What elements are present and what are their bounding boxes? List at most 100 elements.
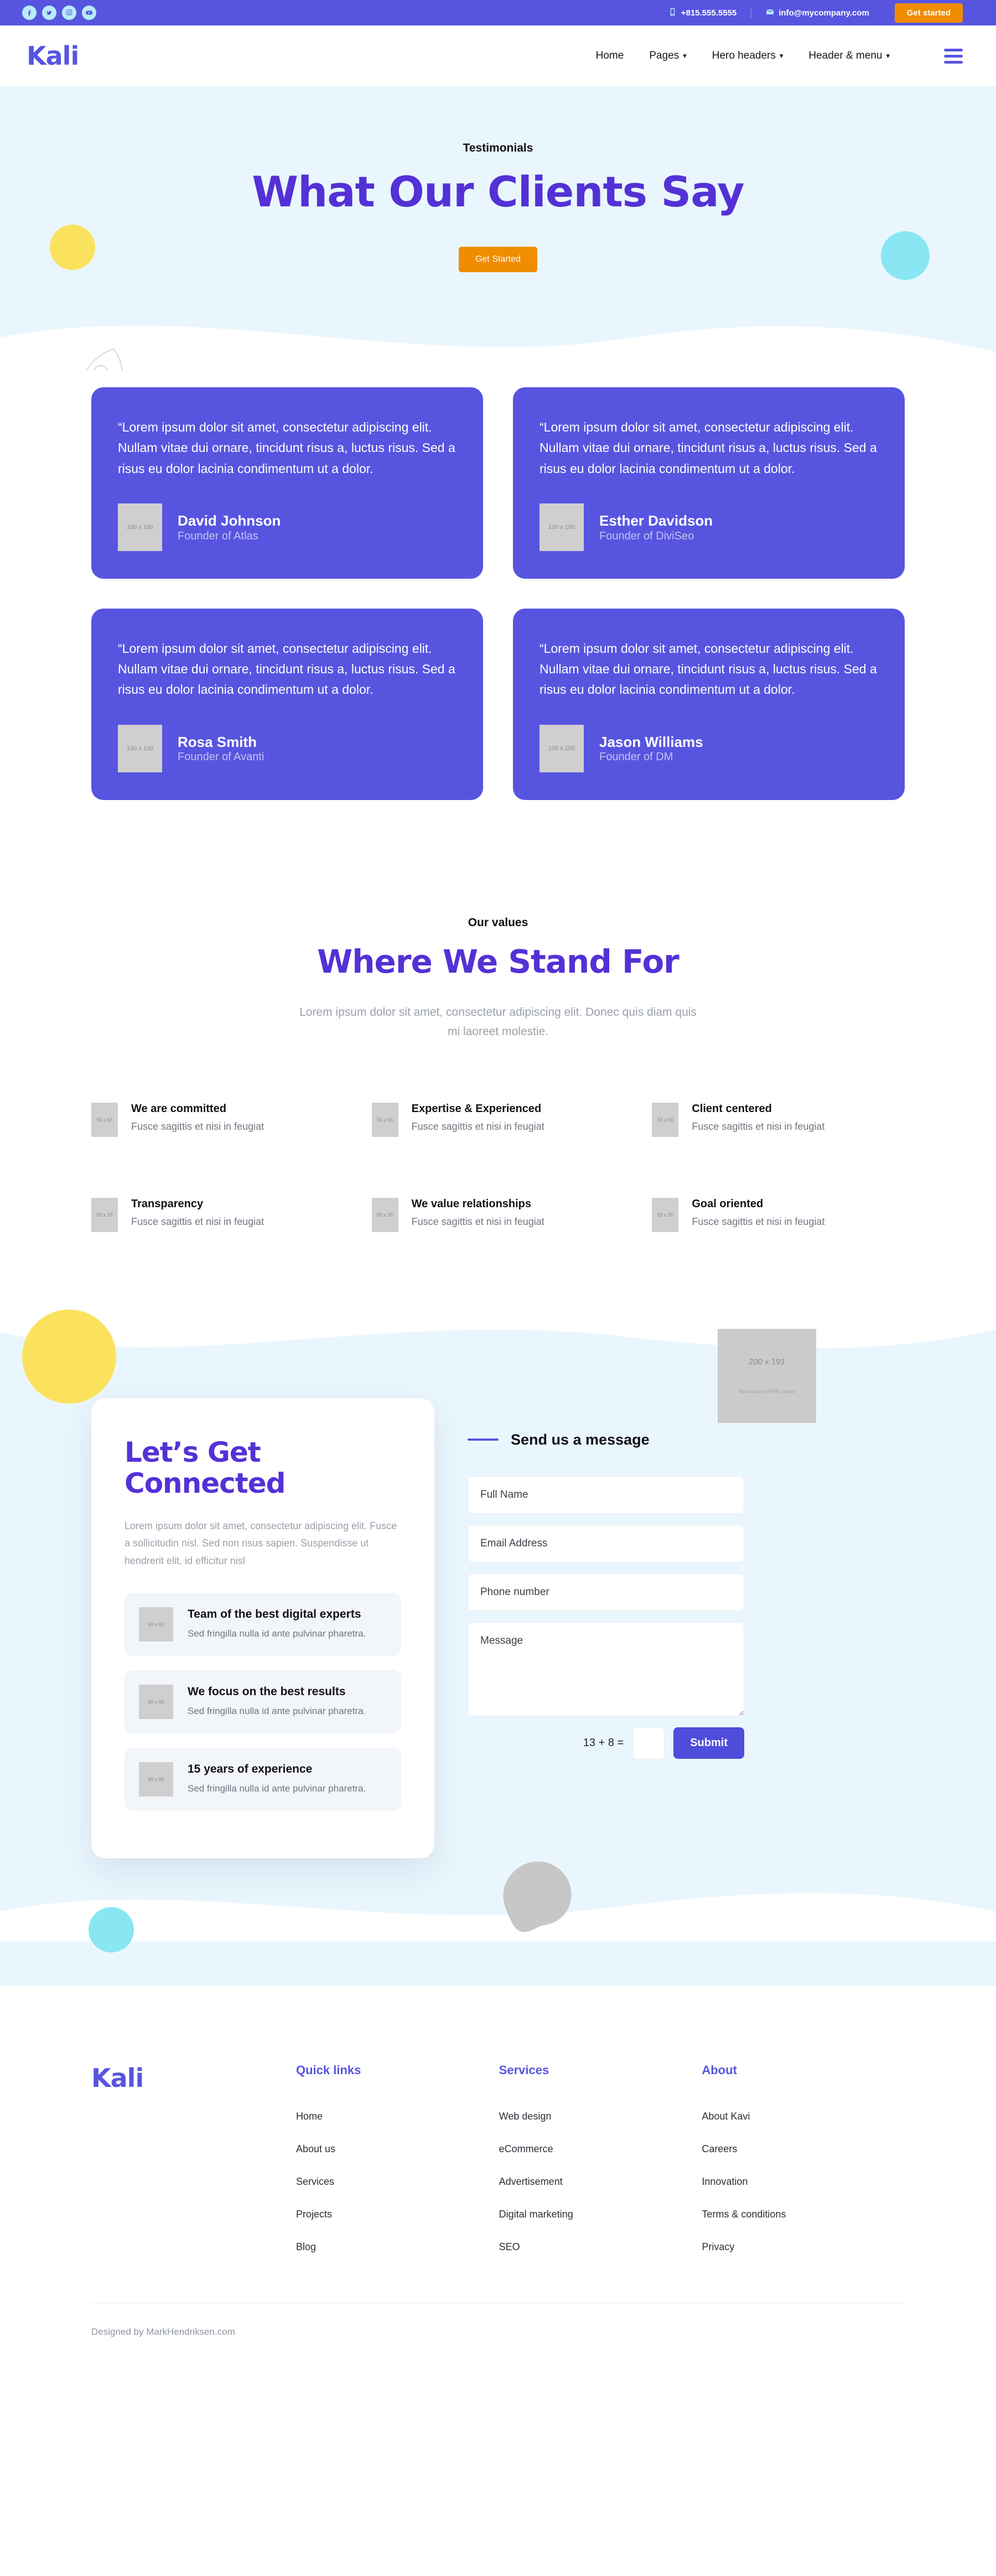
youtube-icon[interactable] <box>82 6 96 20</box>
email-input[interactable] <box>468 1524 744 1562</box>
captcha-input[interactable] <box>632 1727 665 1759</box>
value-icon: 55 x 55 <box>91 1102 118 1137</box>
chevron-down-icon: ▾ <box>683 51 687 60</box>
values-grid: 55 x 55 We are committed Fusce sagittis … <box>91 1102 905 1232</box>
value-title: Client centered <box>692 1102 772 1115</box>
connect-content: 200 x 191 Received by HTML codes Let’s G… <box>91 1328 905 1859</box>
value-item: 55 x 55 We are committed Fusce sagittis … <box>91 1102 344 1137</box>
author-role: Founder of DM <box>599 751 673 764</box>
feature-subtitle: Sed fringilla nulla id ante pulvinar pha… <box>188 1783 366 1794</box>
testimonial-card: “Lorem ipsum dolor sit amet, consectetur… <box>513 387 905 579</box>
footer-column-title: Services <box>499 2063 549 2078</box>
footer-link[interactable]: Privacy <box>702 2241 905 2253</box>
footer-link[interactable]: Web design <box>499 2111 702 2122</box>
feature-item: 60 x 60 15 years of experience Sed fring… <box>124 1748 401 1811</box>
value-title: We are committed <box>131 1102 226 1115</box>
values-title: Where We Stand For <box>317 942 679 980</box>
email-contact[interactable]: info@mycompany.com <box>751 8 884 18</box>
captcha-question: 13 + 8 = <box>583 1737 624 1749</box>
twitter-icon[interactable] <box>42 6 56 20</box>
author-role: Founder of Avanti <box>178 751 264 764</box>
nav-item-header-menu[interactable]: Header & menu ▾ <box>808 50 890 62</box>
avatar: 100 x 100 <box>540 724 584 772</box>
get-started-topbar-button[interactable]: Get started <box>894 3 963 23</box>
footer-link[interactable]: Home <box>296 2111 499 2122</box>
nav-item-pages[interactable]: Pages ▾ <box>649 50 686 62</box>
nav-item-hero-headers[interactable]: Hero headers ▾ <box>712 50 784 62</box>
footer-link[interactable]: Terms & conditions <box>702 2209 905 2220</box>
full-name-input[interactable] <box>468 1476 744 1514</box>
footer-column-title: Quick links <box>296 2063 361 2078</box>
footer-column-title: About <box>702 2063 737 2078</box>
hamburger-menu-icon[interactable] <box>944 48 963 64</box>
footer-link[interactable]: Innovation <box>702 2176 905 2188</box>
message-textarea[interactable] <box>468 1622 744 1716</box>
testimonial-quote: “Lorem ipsum dolor sit amet, consectetur… <box>540 641 877 697</box>
footer-link[interactable]: Services <box>296 2176 499 2188</box>
footer-column-quick-links: Quick links Home About us Services Proje… <box>296 2063 499 2274</box>
footer-link[interactable]: Advertisement <box>499 2176 702 2188</box>
author-name: Rosa Smith <box>178 733 257 750</box>
avatar: 100 x 100 <box>118 503 162 551</box>
instagram-icon[interactable] <box>62 6 76 20</box>
value-icon: 55 x 55 <box>371 1102 398 1137</box>
feature-icon: 60 x 60 <box>139 1607 173 1642</box>
feature-icon: 60 x 60 <box>139 1762 173 1797</box>
value-item: 55 x 55 Client centered Fusce sagittis e… <box>652 1102 905 1137</box>
topbar-contact-group: +815.555.5555 info@mycompany.com Get sta… <box>654 3 963 23</box>
value-icon: 55 x 55 <box>652 1197 679 1232</box>
testimonials-grid: “Lorem ipsum dolor sit amet, consectetur… <box>91 387 905 800</box>
logo-kali[interactable]: Kali <box>27 43 79 69</box>
main-navigation: Kali Home Pages ▾ Hero headers ▾ Header … <box>0 25 996 86</box>
contact-form-column: Send us a message 13 + 8 = Submit <box>468 1398 905 1859</box>
feature-item: 60 x 60 We focus on the best results Sed… <box>124 1670 401 1734</box>
email-address: info@mycompany.com <box>779 8 869 18</box>
testimonials-section: “Lorem ipsum dolor sit amet, consectetur… <box>0 371 996 883</box>
footer-link[interactable]: About us <box>296 2143 499 2155</box>
value-item: 55 x 55 Expertise & Experienced Fusce sa… <box>371 1102 625 1137</box>
footer-columns: Kali Quick links Home About us Services … <box>91 2063 905 2274</box>
values-section: Our values Where We Stand For Lorem ipsu… <box>0 882 996 1310</box>
footer-link[interactable]: Digital marketing <box>499 2209 702 2220</box>
feature-title: We focus on the best results <box>188 1685 346 1699</box>
footer-link[interactable]: SEO <box>499 2241 702 2253</box>
footer-link[interactable]: Projects <box>296 2209 499 2220</box>
author-name: Jason Williams <box>599 733 703 750</box>
values-lead: Lorem ipsum dolor sit amet, consectetur … <box>299 1005 697 1038</box>
nav-item-label: Pages <box>649 50 679 61</box>
footer: Kali Quick links Home About us Services … <box>0 1986 996 2362</box>
values-eyebrow: Our values <box>468 916 528 929</box>
hero-get-started-button[interactable]: Get Started <box>459 247 537 273</box>
connect-lead: Lorem ipsum dolor sit amet, consectetur … <box>124 1520 397 1566</box>
footer-link[interactable]: Careers <box>702 2143 905 2155</box>
facebook-icon[interactable] <box>22 6 37 20</box>
nav-item-label: Home <box>595 50 624 61</box>
footer-link[interactable]: About Kavi <box>702 2111 905 2122</box>
feature-subtitle: Sed fringilla nulla id ante pulvinar pha… <box>188 1705 366 1716</box>
chevron-down-icon: ▾ <box>779 51 784 60</box>
submit-button[interactable]: Submit <box>673 1727 744 1759</box>
footer-link[interactable]: eCommerce <box>499 2143 702 2155</box>
page-root: +815.555.5555 info@mycompany.com Get sta… <box>0 0 996 2362</box>
phone-contact[interactable]: +815.555.5555 <box>654 8 751 18</box>
form-heading-row: Send us a message <box>468 1431 905 1448</box>
footer-column-about: About About Kavi Careers Innovation Term… <box>702 2063 905 2274</box>
value-subtitle: Fusce sagittis et nisi in feugiat <box>131 1120 264 1132</box>
phone-input[interactable] <box>468 1573 744 1611</box>
nav-item-home[interactable]: Home <box>596 50 624 62</box>
top-utility-bar: +815.555.5555 info@mycompany.com Get sta… <box>0 0 996 25</box>
author-name: Esther Davidson <box>599 512 713 529</box>
author-name: David Johnson <box>178 512 281 529</box>
value-title: Goal oriented <box>692 1197 764 1210</box>
value-subtitle: Fusce sagittis et nisi in feugiat <box>692 1216 825 1227</box>
footer-logo-kali[interactable]: Kali <box>91 2063 296 2274</box>
feature-item: 60 x 60 Team of the best digital experts… <box>124 1593 401 1656</box>
author-role: Founder of DiviSeo <box>599 529 694 542</box>
testimonial-card: “Lorem ipsum dolor sit amet, consectetur… <box>91 608 483 800</box>
footer-link[interactable]: Blog <box>296 2241 499 2253</box>
value-title: We value relationships <box>411 1197 532 1210</box>
value-item: 55 x 55 We value relationships Fusce sag… <box>371 1197 625 1232</box>
nav-links: Home Pages ▾ Hero headers ▾ Header & men… <box>596 48 963 64</box>
testimonial-quote: “Lorem ipsum dolor sit amet, consectetur… <box>118 420 455 476</box>
value-subtitle: Fusce sagittis et nisi in feugiat <box>411 1216 544 1227</box>
